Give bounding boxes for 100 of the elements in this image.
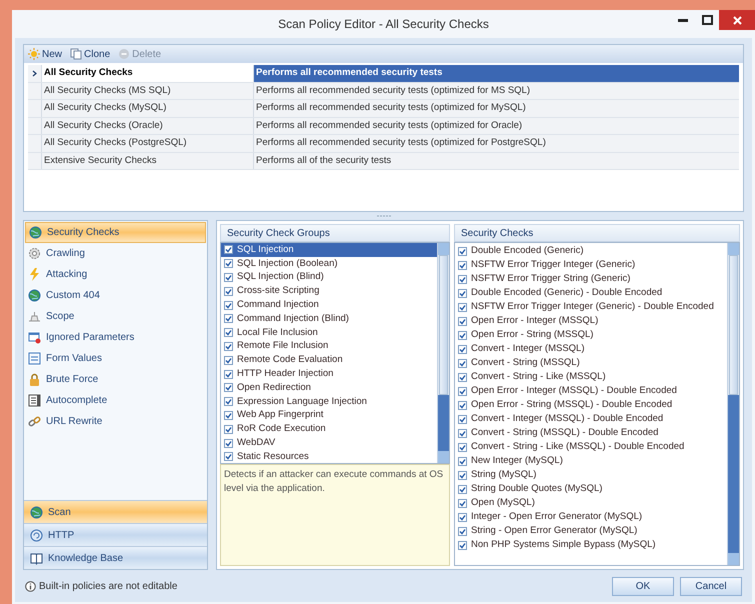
list-item[interactable]: Open Error - Integer (MSSQL) - Double Encoded [455, 384, 727, 398]
checkbox[interactable] [224, 383, 233, 392]
checkbox[interactable] [224, 314, 233, 324]
checkbox[interactable] [458, 414, 467, 424]
list-item[interactable]: Open Error - Integer (MSSQL) [455, 314, 727, 328]
checkbox[interactable] [458, 512, 467, 522]
checkbox[interactable] [458, 288, 467, 298]
navigation-item[interactable]: Custom 404 [25, 285, 206, 306]
list-item[interactable]: Local File Inclusion [221, 326, 437, 340]
list-item[interactable]: NSFTW Error Trigger Integer (Generic) [455, 258, 727, 272]
list-item[interactable]: Convert - String (MSSQL) - Double Encoded [455, 426, 727, 440]
close-button[interactable] [719, 10, 755, 30]
navigation-item[interactable]: Form Values [25, 348, 206, 369]
list-item[interactable]: New Integer (MySQL) [455, 454, 727, 468]
navigation-item[interactable]: Ignored Parameters [25, 327, 206, 348]
checkbox[interactable] [458, 316, 467, 326]
scrollbar[interactable] [437, 243, 449, 463]
list-item[interactable]: NSFTW Error Trigger Integer (Generic) - Double Encoded [455, 300, 727, 314]
checkbox[interactable] [458, 246, 467, 256]
dialog-button[interactable]: OK [612, 576, 674, 596]
list-item[interactable]: Static Resources [221, 450, 437, 463]
checkbox[interactable] [458, 442, 467, 452]
toolbar-button[interactable]: Clone [70, 46, 110, 62]
navigation-item[interactable]: Autocomplete [25, 390, 206, 411]
checkbox[interactable] [224, 342, 233, 351]
section-tab[interactable]: Scan [24, 500, 207, 523]
list-item[interactable]: Command Injection (Blind) [221, 312, 437, 326]
list-item[interactable]: Open Redirection [221, 380, 437, 395]
checkbox[interactable] [458, 470, 467, 480]
table-cell-text: Performs all recommended security tests (optimized for Oracle) [255, 118, 524, 133]
list-item[interactable]: Web App Fingerprint [221, 408, 437, 422]
checkbox[interactable] [458, 260, 467, 270]
checkbox[interactable] [224, 370, 233, 379]
list-item[interactable]: Open Error - String (MSSQL) [455, 328, 727, 342]
checkbox[interactable] [224, 286, 233, 296]
checkbox[interactable] [224, 300, 233, 310]
list-item[interactable]: Double Encoded (Generic) [455, 244, 727, 258]
list-item[interactable]: Cross-site Scripting [221, 284, 437, 298]
list-item[interactable]: String - Open Error Generator (MySQL) [455, 524, 727, 538]
list-item[interactable]: Convert - String - Like (MSSQL) [455, 370, 727, 384]
navigation-item[interactable]: Scope [25, 306, 206, 327]
checkbox[interactable] [458, 526, 467, 536]
checkbox[interactable] [458, 358, 467, 368]
checkbox[interactable] [224, 424, 233, 434]
list-item[interactable]: SQL Injection [221, 243, 437, 257]
list-item[interactable]: String (MySQL) [455, 468, 727, 482]
list-item[interactable]: Open Error - String (MSSQL) - Double Encoded [455, 398, 727, 412]
checkbox[interactable] [224, 245, 233, 254]
navigation-item[interactable]: Brute Force [25, 369, 206, 390]
checkbox[interactable] [458, 372, 467, 382]
list-item[interactable]: NSFTW Error Trigger String (Generic) [455, 272, 727, 286]
navigation-item[interactable]: Security Checks [25, 222, 206, 243]
checkbox[interactable] [224, 397, 233, 406]
list-item[interactable]: WebDAV [221, 436, 437, 450]
checkbox[interactable] [458, 428, 467, 438]
form-icon [28, 352, 41, 365]
list-item[interactable]: Open (MySQL) [455, 496, 727, 510]
checkbox[interactable] [224, 259, 233, 268]
checkbox[interactable] [458, 344, 467, 354]
scrollbar[interactable] [727, 243, 739, 565]
copy-icon [70, 48, 82, 60]
list-item[interactable]: HTTP Header Injection [221, 367, 437, 381]
checkbox[interactable] [224, 272, 233, 282]
checkbox[interactable] [224, 438, 233, 448]
list-item[interactable]: Convert - String - Like (MSSQL) - Double Encoded [455, 440, 727, 454]
navigation-item[interactable]: URL Rewrite [25, 411, 206, 432]
list-item[interactable]: SQL Injection (Blind) [221, 270, 437, 284]
checkbox[interactable] [458, 302, 467, 312]
list-item[interactable]: Remote File Inclusion [221, 340, 437, 354]
checkbox[interactable] [458, 386, 467, 396]
checkbox[interactable] [458, 400, 467, 410]
list-item[interactable]: Integer - Open Error Generator (MySQL) [455, 510, 727, 524]
checkbox[interactable] [458, 274, 467, 284]
list-item[interactable]: Remote Code Evaluation [221, 353, 437, 368]
list-item[interactable]: Double Encoded (Generic) - Double Encoded [455, 286, 727, 300]
checkbox[interactable] [224, 328, 233, 338]
checkbox[interactable] [224, 452, 233, 462]
checkbox[interactable] [458, 498, 467, 508]
list-item[interactable]: String Double Quotes (MySQL) [455, 482, 727, 496]
checkbox[interactable] [224, 410, 233, 420]
checkbox[interactable] [458, 484, 467, 494]
section-tab[interactable]: HTTP [24, 523, 207, 546]
list-item[interactable]: Non PHP Systems Simple Bypass (MySQL) [455, 538, 727, 552]
list-item[interactable]: Convert - String (MSSQL) [455, 356, 727, 370]
checkbox[interactable] [458, 330, 467, 340]
navigation-item[interactable]: Crawling [25, 243, 206, 264]
toolbar-button[interactable]: New [28, 46, 62, 62]
checkbox[interactable] [458, 540, 467, 550]
list-item[interactable]: Convert - Integer (MSSQL) - Double Encoded [455, 412, 727, 426]
list-item[interactable]: Expression Language Injection [221, 394, 437, 409]
checkbox[interactable] [224, 356, 233, 365]
section-tab[interactable]: Knowledge Base [24, 546, 207, 569]
list-item[interactable]: SQL Injection (Boolean) [221, 256, 437, 271]
navigation-item[interactable]: Attacking [25, 264, 206, 285]
checkbox[interactable] [458, 456, 467, 466]
list-item[interactable]: Command Injection [221, 298, 437, 312]
dialog-button[interactable]: Cancel [680, 576, 742, 596]
list-item[interactable]: Convert - Integer (MSSQL) [455, 342, 727, 356]
list-item[interactable]: RoR Code Execution [221, 422, 437, 436]
table-cell: All Security Checks [42, 65, 254, 82]
